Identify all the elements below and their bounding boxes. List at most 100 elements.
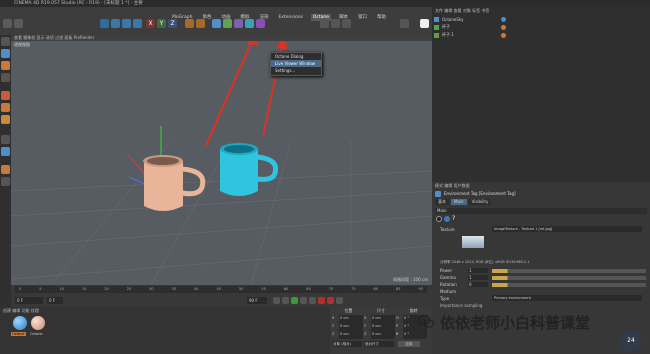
render-view-icon[interactable] bbox=[185, 19, 194, 28]
light-icon[interactable] bbox=[342, 19, 351, 28]
coord-axis-label: X bbox=[364, 316, 367, 320]
attr-field-label: Rotation bbox=[440, 282, 457, 287]
move-icon[interactable] bbox=[111, 19, 120, 28]
attr-tab-2[interactable]: Visibility bbox=[468, 199, 492, 205]
floor-icon[interactable] bbox=[320, 19, 329, 28]
object-tag-icon[interactable] bbox=[501, 16, 506, 22]
size-label: 尺寸 bbox=[376, 308, 385, 313]
workplane-icon[interactable] bbox=[1, 73, 10, 82]
pin-icon[interactable] bbox=[436, 216, 442, 222]
title-bar: CINEMA 4D R19.057 Studio (RC - R19) - [未… bbox=[0, 0, 650, 7]
type-select[interactable]: Primary environment bbox=[492, 295, 642, 301]
prev-key-icon[interactable] bbox=[282, 297, 289, 304]
keyframe-icon[interactable] bbox=[336, 297, 343, 304]
pen-icon[interactable] bbox=[223, 19, 232, 28]
object-icon bbox=[434, 16, 439, 22]
heart-icon[interactable] bbox=[420, 19, 429, 28]
attr-field-row: Power 1 bbox=[440, 267, 646, 274]
texture-preview bbox=[462, 236, 484, 248]
solo-icon[interactable] bbox=[1, 165, 10, 174]
object-tag-icon[interactable] bbox=[501, 32, 506, 38]
timeline-ruler[interactable]: 0 5 10 15 20 25 30 35 40 45 50 55 60 65 70 75 80 85 90 bbox=[15, 286, 427, 293]
axis-z-icon[interactable]: Z bbox=[168, 19, 177, 28]
attr-field-value[interactable]: 1 bbox=[468, 268, 488, 273]
go-start-icon[interactable] bbox=[273, 297, 280, 304]
timeline-tick: 30 bbox=[149, 287, 154, 291]
coord-value-field[interactable]: 0 cm bbox=[371, 315, 395, 323]
apply-button[interactable]: 应用 bbox=[398, 341, 420, 347]
coord-axis-label: Z bbox=[364, 332, 367, 336]
subdivision-icon[interactable] bbox=[234, 19, 243, 28]
help-icon[interactable]: ? bbox=[452, 216, 458, 222]
coord-value-field[interactable]: 0 cm bbox=[339, 323, 363, 331]
render-picture-icon[interactable] bbox=[196, 19, 205, 28]
attr-icons: ? bbox=[436, 216, 458, 222]
model-mode-icon[interactable] bbox=[1, 49, 10, 58]
deformer-icon[interactable] bbox=[256, 19, 265, 28]
rotate-icon[interactable] bbox=[133, 19, 142, 28]
coord-value-field[interactable]: 0 cm bbox=[371, 323, 395, 331]
material-octane-1[interactable] bbox=[13, 316, 27, 330]
play-icon[interactable] bbox=[291, 297, 298, 304]
snap-icon[interactable] bbox=[1, 135, 10, 144]
live-select-icon[interactable] bbox=[100, 19, 109, 28]
texture-mode-icon[interactable] bbox=[1, 61, 10, 70]
playback-controls bbox=[273, 297, 363, 304]
coord-value-field[interactable]: 0 ° bbox=[403, 331, 427, 339]
coord-mode-select[interactable]: 对象 (相对) bbox=[332, 341, 362, 347]
undo-icon[interactable] bbox=[3, 19, 12, 28]
current-frame-field[interactable]: 0 F bbox=[47, 297, 63, 304]
points-mode-icon[interactable] bbox=[1, 91, 10, 100]
cube-icon[interactable] bbox=[212, 19, 221, 28]
go-end-icon[interactable] bbox=[309, 297, 316, 304]
edges-mode-icon[interactable] bbox=[1, 103, 10, 112]
end-frame-field[interactable]: 90 F bbox=[247, 297, 267, 304]
object-tag-icon[interactable] bbox=[501, 24, 506, 30]
objmgr-menu: 文件 编辑 查看 对象 标签 书签 bbox=[435, 8, 490, 13]
next-key-icon[interactable] bbox=[300, 297, 307, 304]
object-name: OctaneSky bbox=[442, 16, 464, 22]
layout-icon[interactable] bbox=[400, 19, 409, 28]
object-row[interactable]: 杯子 bbox=[434, 23, 648, 31]
octane-dropdown-menu: Octane Dialog Live Viewer Window Settings.… bbox=[270, 52, 322, 76]
make-editable-icon[interactable] bbox=[1, 37, 10, 46]
camera-icon[interactable] bbox=[331, 19, 340, 28]
axis-mode-icon[interactable] bbox=[1, 147, 10, 156]
object-row[interactable]: OctaneSky bbox=[434, 15, 648, 23]
lock-icon[interactable] bbox=[1, 177, 10, 186]
attr-field-value[interactable]: 0 bbox=[468, 282, 488, 287]
size-mode-select[interactable]: 绝对尺寸 bbox=[364, 341, 394, 347]
octane-menu-item-0[interactable]: Octane Dialog bbox=[271, 53, 321, 60]
material-octane-2[interactable] bbox=[31, 316, 45, 330]
attr-slider[interactable] bbox=[492, 268, 646, 273]
material-manager: 创建 编辑 功能 纹理 Octane Octane bbox=[0, 307, 330, 354]
attr-field-row: Rotation 0 bbox=[440, 281, 646, 288]
coord-row: X0 cm X 0 cm H 0 ° bbox=[332, 315, 430, 323]
coord-value-field[interactable]: 0 cm bbox=[339, 315, 363, 323]
attr-slider[interactable] bbox=[492, 275, 646, 280]
start-frame-field[interactable]: 0 F bbox=[15, 297, 43, 304]
coord-value-field[interactable]: 0 cm bbox=[371, 331, 395, 339]
attr-tab-1[interactable]: Main bbox=[451, 199, 467, 205]
axis-y-icon[interactable]: Y bbox=[157, 19, 166, 28]
octane-menu-item-1[interactable]: Live Viewer Window bbox=[271, 60, 321, 67]
octane-menu-item-2[interactable]: Settings... bbox=[271, 67, 321, 74]
perspective-viewport[interactable]: 查看 摄像机 显示 选项 过滤 面板 ProRender 透视视图 网格间距:… bbox=[11, 35, 432, 285]
attr-slider[interactable] bbox=[492, 282, 646, 287]
attr-field-value[interactable]: 1 bbox=[468, 275, 488, 280]
autokey-icon[interactable] bbox=[327, 297, 334, 304]
redo-icon[interactable] bbox=[14, 19, 23, 28]
rotation-label: 旋转 bbox=[409, 308, 418, 313]
object-name: 杯子 bbox=[442, 24, 450, 29]
record-icon[interactable] bbox=[318, 297, 325, 304]
attr-tab-0[interactable]: 基本 bbox=[435, 199, 449, 205]
cloner-icon[interactable] bbox=[245, 19, 254, 28]
object-row[interactable]: 杯子.1 bbox=[434, 31, 648, 39]
lock-icon[interactable] bbox=[444, 216, 450, 222]
axis-x-icon[interactable]: X bbox=[146, 19, 155, 28]
texture-field[interactable]: ImageTexture - Texture 1 [rel.jpg] bbox=[492, 226, 642, 232]
polygons-mode-icon[interactable] bbox=[1, 115, 10, 124]
scale-icon[interactable] bbox=[122, 19, 131, 28]
coord-value-field[interactable]: 0 cm bbox=[339, 331, 363, 339]
timeline-tick: 80 bbox=[373, 287, 378, 291]
